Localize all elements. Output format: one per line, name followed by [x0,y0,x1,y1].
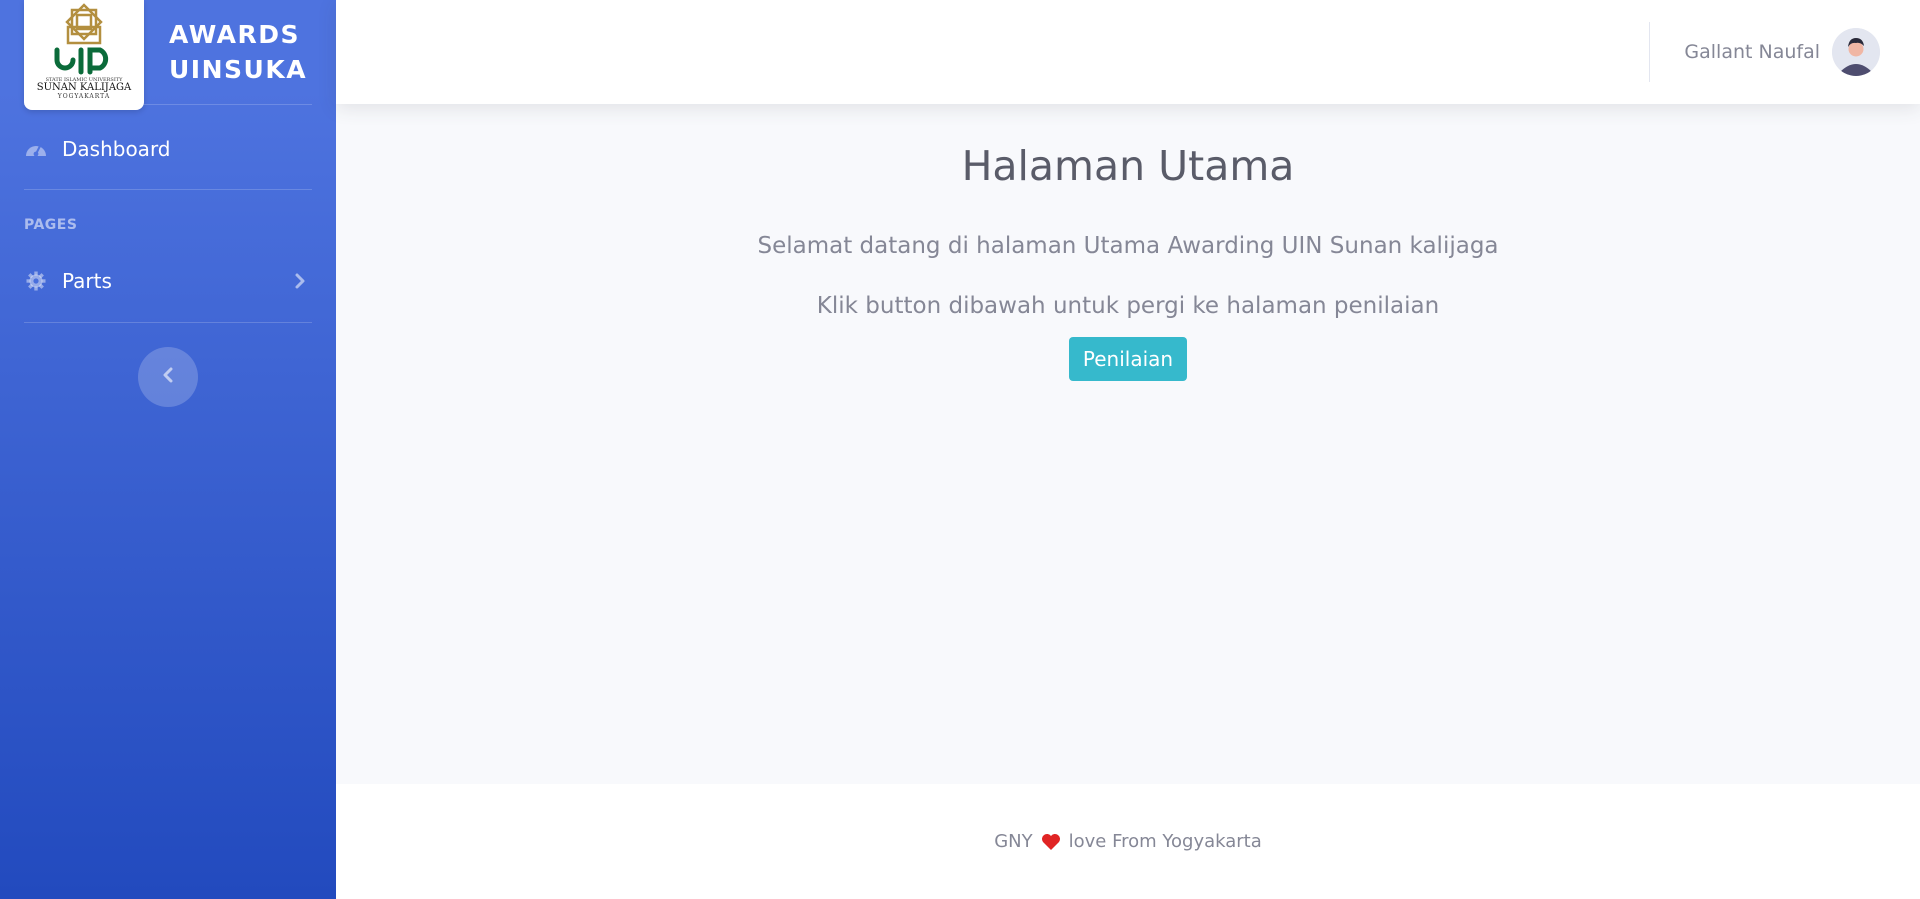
sidebar-divider [24,322,312,323]
sidebar-toggle-button[interactable] [138,347,198,407]
main-content: Halaman Utama Selamat datang di halaman … [336,104,1920,784]
topbar-divider [1649,22,1650,82]
svg-text:YOGYAKARTA: YOGYAKARTA [57,93,110,100]
page-title: Halaman Utama [961,142,1295,190]
tachometer-icon [24,137,48,161]
sidebar-divider [24,189,312,190]
penilaian-button[interactable]: Penilaian [1068,337,1188,381]
user-name: Gallant Naufal [1684,41,1820,63]
sidebar-heading: PAGES [24,217,78,233]
app-title: AWARDS UINSUKA [169,20,308,84]
sidebar-item-label: Dashboard [62,137,171,161]
sidebar-item-dashboard[interactable]: Dashboard [24,128,312,170]
footer: GNY love From Yogyakarta [336,784,1920,899]
user-dropdown[interactable]: Gallant Naufal [1684,28,1880,76]
user-avatar-icon [1832,28,1880,76]
footer-text-after: love From Yogyakarta [1068,831,1262,852]
instruction-text: Klik button dibawah untuk pergi ke halam… [816,293,1440,319]
sidebar-divider [24,104,312,105]
topbar: Gallant Naufal [336,0,1920,104]
footer-text-before: GNY [994,831,1033,852]
gear-icon [24,269,48,293]
sidebar-item-parts[interactable]: Parts [24,260,312,302]
sidebar-item-label: Parts [62,269,112,293]
svg-text:SUNAN KALIJAGA: SUNAN KALIJAGA [37,82,132,93]
heart-icon [1041,833,1061,851]
chevron-right-icon [294,271,306,295]
university-logo: STATE ISLAMIC UNIVERSITY SUNAN KALIJAGA … [24,0,144,110]
chevron-left-icon [162,366,174,388]
welcome-text: Selamat datang di halaman Utama Awarding… [757,233,1499,259]
sidebar-brand[interactable]: STATE ISLAMIC UNIVERSITY SUNAN KALIJAGA … [24,0,312,110]
sidebar: STATE ISLAMIC UNIVERSITY SUNAN KALIJAGA … [0,0,336,899]
uin-logo-icon: STATE ISLAMIC UNIVERSITY SUNAN KALIJAGA … [37,3,132,100]
